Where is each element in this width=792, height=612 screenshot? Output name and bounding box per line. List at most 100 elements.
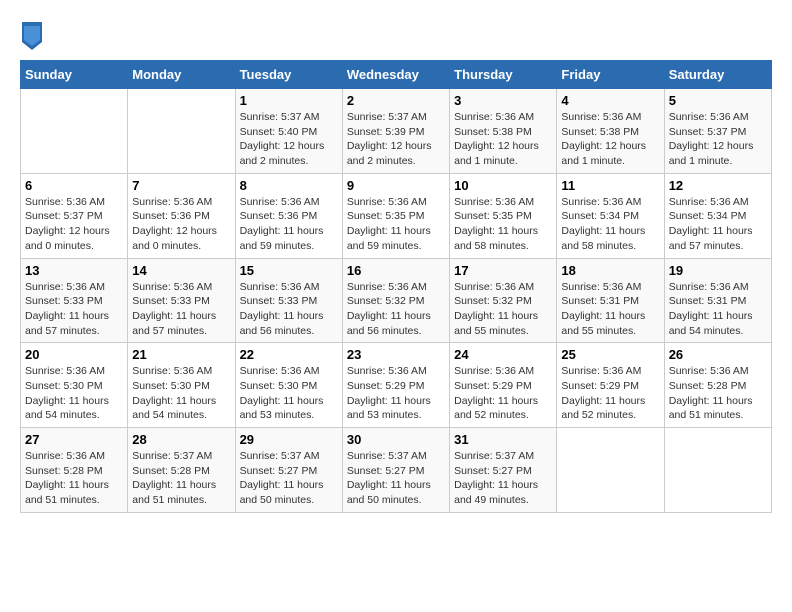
calendar-body: 1 Sunrise: 5:37 AM Sunset: 5:40 PM Daylig…: [21, 89, 772, 513]
day-number: 15: [240, 263, 338, 278]
day-info: Sunrise: 5:37 AM Sunset: 5:40 PM Dayligh…: [240, 110, 338, 169]
day-info: Sunrise: 5:36 AM Sunset: 5:38 PM Dayligh…: [454, 110, 552, 169]
day-info: Sunrise: 5:36 AM Sunset: 5:34 PM Dayligh…: [669, 195, 767, 254]
calendar-cell: [21, 89, 128, 174]
calendar-cell: 25 Sunrise: 5:36 AM Sunset: 5:29 PM Dayli…: [557, 343, 664, 428]
day-info: Sunrise: 5:36 AM Sunset: 5:28 PM Dayligh…: [669, 364, 767, 423]
day-info: Sunrise: 5:36 AM Sunset: 5:34 PM Dayligh…: [561, 195, 659, 254]
calendar-cell: 30 Sunrise: 5:37 AM Sunset: 5:27 PM Dayli…: [342, 428, 449, 513]
calendar-cell: 2 Sunrise: 5:37 AM Sunset: 5:39 PM Daylig…: [342, 89, 449, 174]
calendar-cell: [128, 89, 235, 174]
calendar-week-5: 27 Sunrise: 5:36 AM Sunset: 5:28 PM Dayli…: [21, 428, 772, 513]
day-number: 1: [240, 93, 338, 108]
calendar-week-1: 1 Sunrise: 5:37 AM Sunset: 5:40 PM Daylig…: [21, 89, 772, 174]
calendar-cell: 4 Sunrise: 5:36 AM Sunset: 5:38 PM Daylig…: [557, 89, 664, 174]
day-number: 27: [25, 432, 123, 447]
day-info: Sunrise: 5:37 AM Sunset: 5:39 PM Dayligh…: [347, 110, 445, 169]
calendar-cell: 10Sunrise: 5:36 AM Sunset: 5:35 PM Dayli…: [450, 173, 557, 258]
day-info: Sunrise: 5:36 AM Sunset: 5:28 PM Dayligh…: [25, 449, 123, 508]
day-number: 23: [347, 347, 445, 362]
day-info: Sunrise: 5:36 AM Sunset: 5:30 PM Dayligh…: [25, 364, 123, 423]
weekday-header-tuesday: Tuesday: [235, 61, 342, 89]
day-number: 13: [25, 263, 123, 278]
calendar-cell: [664, 428, 771, 513]
calendar-table: SundayMondayTuesdayWednesdayThursdayFrid…: [20, 60, 772, 513]
day-number: 30: [347, 432, 445, 447]
calendar-cell: 16 Sunrise: 5:36 AM Sunset: 5:32 PM Dayli…: [342, 258, 449, 343]
page-header: [20, 20, 772, 50]
day-info: Sunrise: 5:36 AM Sunset: 5:29 PM Dayligh…: [347, 364, 445, 423]
day-info: Sunrise: 5:36 AM Sunset: 5:31 PM Dayligh…: [669, 280, 767, 339]
calendar-cell: 13Sunrise: 5:36 AM Sunset: 5:33 PM Dayli…: [21, 258, 128, 343]
calendar-cell: 8Sunrise: 5:36 AM Sunset: 5:36 PM Daylig…: [235, 173, 342, 258]
logo: [20, 20, 42, 50]
day-info: Sunrise: 5:37 AM Sunset: 5:27 PM Dayligh…: [240, 449, 338, 508]
day-number: 19: [669, 263, 767, 278]
calendar-week-2: 6 Sunrise: 5:36 AM Sunset: 5:37 PM Daylig…: [21, 173, 772, 258]
day-number: 24: [454, 347, 552, 362]
day-info: Sunrise: 5:36 AM Sunset: 5:38 PM Dayligh…: [561, 110, 659, 169]
day-info: Sunrise: 5:36 AM Sunset: 5:29 PM Dayligh…: [454, 364, 552, 423]
day-info: Sunrise: 5:36 AM Sunset: 5:36 PM Dayligh…: [240, 195, 338, 254]
weekday-header-thursday: Thursday: [450, 61, 557, 89]
weekday-header-sunday: Sunday: [21, 61, 128, 89]
day-number: 22: [240, 347, 338, 362]
calendar-cell: 9Sunrise: 5:36 AM Sunset: 5:35 PM Daylig…: [342, 173, 449, 258]
day-number: 2: [347, 93, 445, 108]
day-number: 12: [669, 178, 767, 193]
day-info: Sunrise: 5:37 AM Sunset: 5:28 PM Dayligh…: [132, 449, 230, 508]
calendar-cell: 29 Sunrise: 5:37 AM Sunset: 5:27 PM Dayli…: [235, 428, 342, 513]
calendar-cell: 6 Sunrise: 5:36 AM Sunset: 5:37 PM Daylig…: [21, 173, 128, 258]
calendar-cell: 12 Sunrise: 5:36 AM Sunset: 5:34 PM Dayli…: [664, 173, 771, 258]
day-number: 16: [347, 263, 445, 278]
calendar-cell: 24 Sunrise: 5:36 AM Sunset: 5:29 PM Dayli…: [450, 343, 557, 428]
calendar-cell: 23 Sunrise: 5:36 AM Sunset: 5:29 PM Dayli…: [342, 343, 449, 428]
weekday-header-wednesday: Wednesday: [342, 61, 449, 89]
calendar-cell: 17Sunrise: 5:36 AM Sunset: 5:32 PM Dayli…: [450, 258, 557, 343]
day-number: 28: [132, 432, 230, 447]
day-number: 4: [561, 93, 659, 108]
calendar-cell: 19 Sunrise: 5:36 AM Sunset: 5:31 PM Dayli…: [664, 258, 771, 343]
logo-icon: [22, 22, 42, 50]
day-info: Sunrise: 5:36 AM Sunset: 5:31 PM Dayligh…: [561, 280, 659, 339]
calendar-cell: 1 Sunrise: 5:37 AM Sunset: 5:40 PM Daylig…: [235, 89, 342, 174]
day-info: Sunrise: 5:36 AM Sunset: 5:33 PM Dayligh…: [240, 280, 338, 339]
day-number: 14: [132, 263, 230, 278]
calendar-header: SundayMondayTuesdayWednesdayThursdayFrid…: [21, 61, 772, 89]
weekday-header-monday: Monday: [128, 61, 235, 89]
calendar-cell: 21 Sunrise: 5:36 AM Sunset: 5:30 PM Dayli…: [128, 343, 235, 428]
day-info: Sunrise: 5:36 AM Sunset: 5:30 PM Dayligh…: [240, 364, 338, 423]
day-number: 17: [454, 263, 552, 278]
day-number: 11: [561, 178, 659, 193]
day-number: 26: [669, 347, 767, 362]
calendar-cell: 15 Sunrise: 5:36 AM Sunset: 5:33 PM Dayli…: [235, 258, 342, 343]
day-number: 29: [240, 432, 338, 447]
calendar-cell: 14 Sunrise: 5:36 AM Sunset: 5:33 PM Dayli…: [128, 258, 235, 343]
day-info: Sunrise: 5:36 AM Sunset: 5:29 PM Dayligh…: [561, 364, 659, 423]
calendar-cell: 7Sunrise: 5:36 AM Sunset: 5:36 PM Daylig…: [128, 173, 235, 258]
day-number: 7: [132, 178, 230, 193]
day-info: Sunrise: 5:36 AM Sunset: 5:33 PM Dayligh…: [132, 280, 230, 339]
day-number: 10: [454, 178, 552, 193]
calendar-cell: 18 Sunrise: 5:36 AM Sunset: 5:31 PM Dayli…: [557, 258, 664, 343]
day-info: Sunrise: 5:36 AM Sunset: 5:30 PM Dayligh…: [132, 364, 230, 423]
calendar-cell: 3 Sunrise: 5:36 AM Sunset: 5:38 PM Daylig…: [450, 89, 557, 174]
day-number: 18: [561, 263, 659, 278]
calendar-cell: 5 Sunrise: 5:36 AM Sunset: 5:37 PM Daylig…: [664, 89, 771, 174]
day-number: 31: [454, 432, 552, 447]
day-info: Sunrise: 5:37 AM Sunset: 5:27 PM Dayligh…: [454, 449, 552, 508]
calendar-cell: 20Sunrise: 5:36 AM Sunset: 5:30 PM Dayli…: [21, 343, 128, 428]
weekday-header-saturday: Saturday: [664, 61, 771, 89]
day-number: 21: [132, 347, 230, 362]
day-number: 5: [669, 93, 767, 108]
day-number: 25: [561, 347, 659, 362]
day-number: 3: [454, 93, 552, 108]
calendar-cell: 22 Sunrise: 5:36 AM Sunset: 5:30 PM Dayli…: [235, 343, 342, 428]
day-info: Sunrise: 5:36 AM Sunset: 5:32 PM Dayligh…: [347, 280, 445, 339]
calendar-cell: 27 Sunrise: 5:36 AM Sunset: 5:28 PM Dayli…: [21, 428, 128, 513]
day-number: 6: [25, 178, 123, 193]
day-info: Sunrise: 5:37 AM Sunset: 5:27 PM Dayligh…: [347, 449, 445, 508]
day-number: 9: [347, 178, 445, 193]
day-info: Sunrise: 5:36 AM Sunset: 5:37 PM Dayligh…: [25, 195, 123, 254]
day-info: Sunrise: 5:36 AM Sunset: 5:37 PM Dayligh…: [669, 110, 767, 169]
